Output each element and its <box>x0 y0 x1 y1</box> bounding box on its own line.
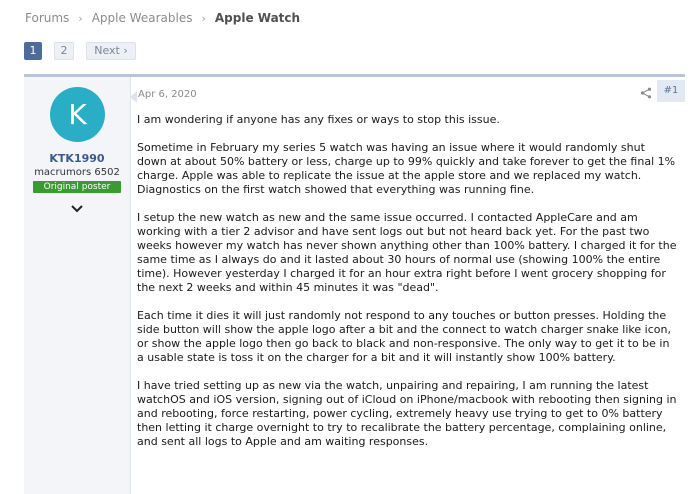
post-paragraph: I setup the new watch as new and the sam… <box>137 211 677 294</box>
post-body: I am wondering if anyone has any fixes o… <box>137 113 677 463</box>
breadcrumb-current[interactable]: Apple Watch <box>215 11 300 25</box>
post-author-panel: K KTK1990 macrumors 6502 Original poster <box>24 77 131 494</box>
original-poster-badge: Original poster <box>33 181 121 193</box>
post-date[interactable]: Apr 6, 2020 <box>138 89 197 100</box>
post-paragraph: I am wondering if anyone has any fixes o… <box>137 113 500 126</box>
breadcrumb-forums[interactable]: Forums <box>25 11 69 25</box>
post-arrow <box>130 91 137 103</box>
breadcrumb-separator: › <box>201 11 206 25</box>
username[interactable]: KTK1990 <box>24 152 130 165</box>
breadcrumb-apple-wearables[interactable]: Apple Wearables <box>92 11 193 25</box>
chevron-down-icon[interactable] <box>70 202 84 214</box>
page-1-button[interactable]: 1 <box>24 42 42 60</box>
forum-post: K KTK1990 macrumors 6502 Original poster… <box>24 74 685 494</box>
next-page-button[interactable]: Next › <box>86 42 136 60</box>
breadcrumb: Forums › Apple Wearables › Apple Watch <box>25 11 300 25</box>
pagination: 1 2 Next › <box>24 42 148 60</box>
share-icon[interactable] <box>640 87 652 99</box>
user-title: macrumors 6502 <box>34 167 120 178</box>
post-paragraph: Each time it dies it will just randomly … <box>137 309 671 364</box>
breadcrumb-separator: › <box>78 11 83 25</box>
post-number-link[interactable]: #1 <box>657 80 685 102</box>
post-paragraph: I have tried setting up as new via the w… <box>137 379 677 448</box>
post-paragraph: Sometime in February my series 5 watch w… <box>137 141 676 196</box>
page-2-button[interactable]: 2 <box>54 42 74 60</box>
avatar[interactable]: K <box>50 87 105 142</box>
